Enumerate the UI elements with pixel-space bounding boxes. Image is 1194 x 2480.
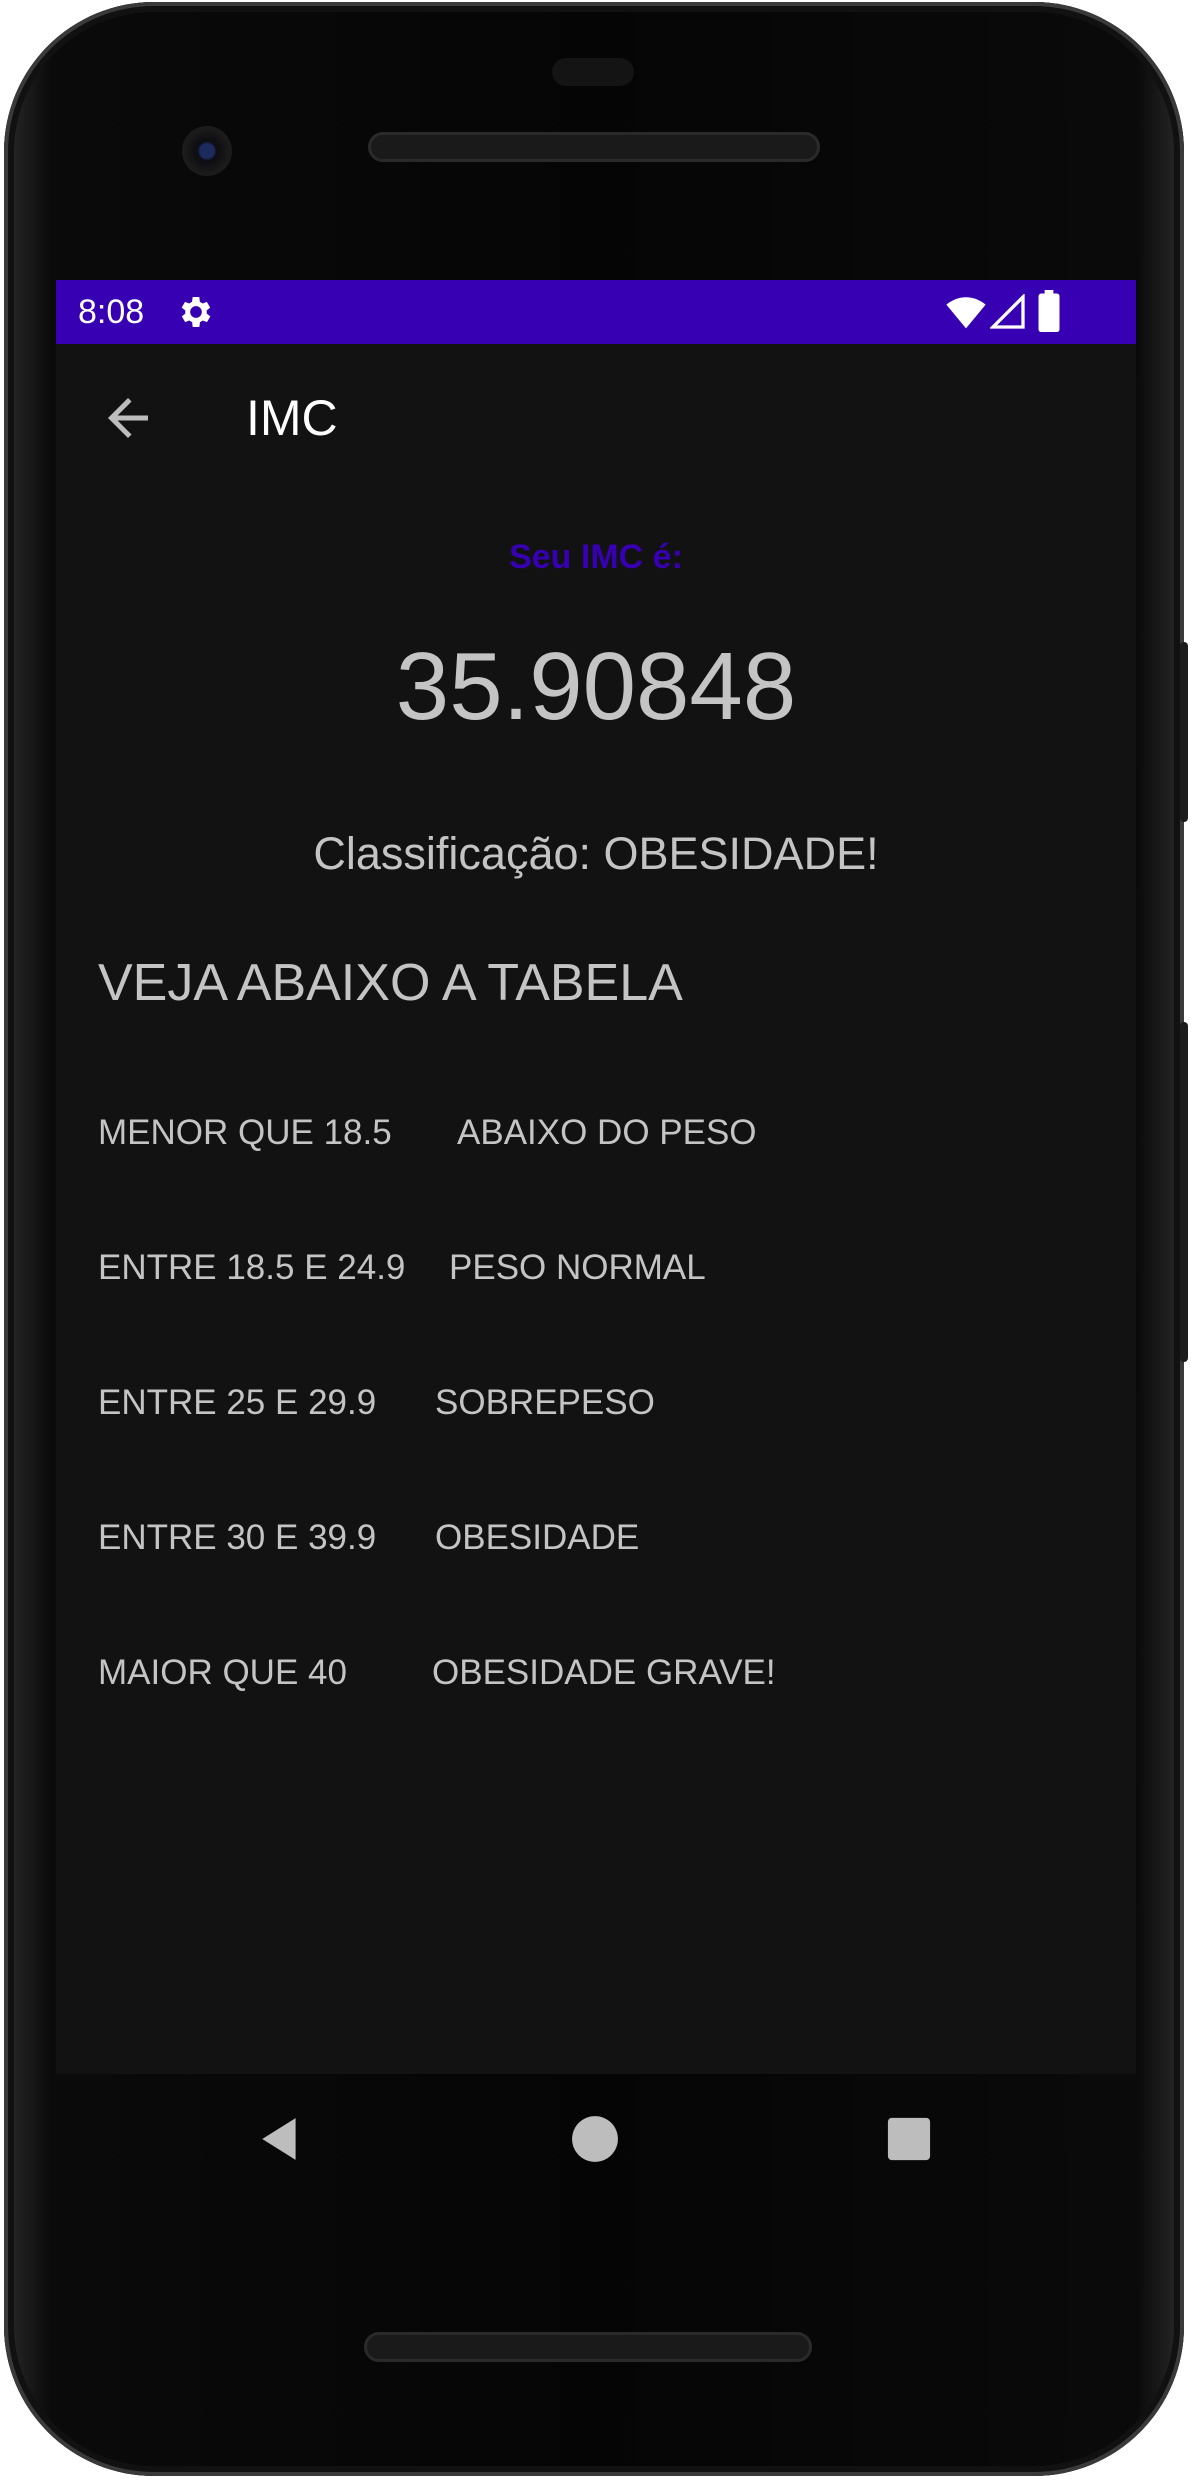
row-range: MAIOR QUE 40 (98, 1653, 347, 1692)
nav-back-icon[interactable] (256, 2114, 306, 2164)
row-class: OBESIDADE (435, 1518, 640, 1557)
arrow-back-icon[interactable] (98, 388, 158, 448)
earpiece-speaker (368, 132, 820, 162)
power-button (1180, 642, 1188, 822)
row-range: MENOR QUE 18.5 (98, 1113, 392, 1152)
nav-recents-icon[interactable] (886, 2116, 932, 2162)
row-class: ABAIXO DO PESO (457, 1113, 757, 1152)
volume-button (1180, 1022, 1188, 1362)
row-range: ENTRE 25 E 29.9 (98, 1383, 377, 1422)
classification-text: Classificação: OBESIDADE! (313, 828, 879, 879)
cell-signal-icon (990, 294, 1025, 329)
bottom-speaker (364, 2332, 812, 2362)
status-bar: 8:08 (56, 280, 1136, 344)
nav-home-icon[interactable] (570, 2114, 620, 2164)
battery-icon (1038, 290, 1060, 332)
row-class: OBESIDADE GRAVE! (432, 1653, 776, 1692)
wifi-icon (946, 297, 986, 329)
row-class: PESO NORMAL (449, 1248, 706, 1287)
phone-frame: 8:08 IMC Seu IMC é: 35.90848 Classificaç… (4, 2, 1188, 2476)
app-screen: 8:08 IMC Seu IMC é: 35.90848 Classificaç… (56, 280, 1136, 2074)
imc-label: Seu IMC é: (509, 538, 683, 576)
row-range: ENTRE 30 E 39.9 (98, 1518, 377, 1557)
imc-value: 35.90848 (395, 633, 797, 740)
row-class: SOBREPESO (435, 1383, 655, 1422)
table-title: VEJA ABAIXO A TABELA (98, 954, 683, 1012)
row-range: ENTRE 18.5 E 24.9 (98, 1248, 406, 1287)
gear-icon (181, 297, 211, 327)
page-title: IMC (246, 390, 338, 446)
proximity-sensor (552, 58, 634, 86)
status-time: 8:08 (78, 293, 145, 331)
front-camera (182, 126, 232, 176)
system-nav-bar (56, 2074, 1136, 2204)
app-toolbar: IMC (56, 344, 1136, 492)
